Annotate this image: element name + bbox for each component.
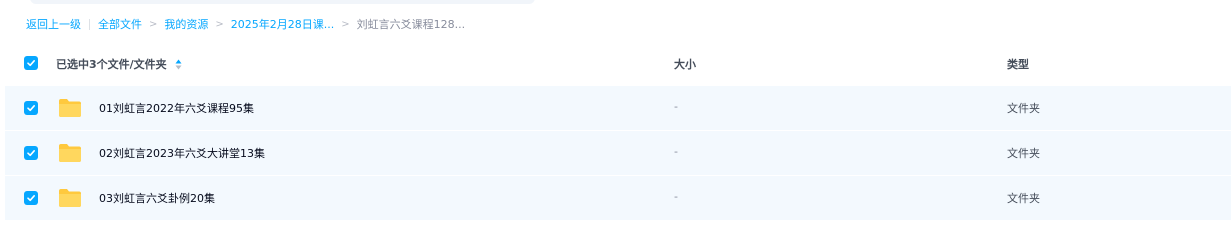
search-bar-edge	[30, 0, 535, 4]
file-size: -	[674, 145, 678, 158]
row-checkbox[interactable]	[24, 146, 38, 160]
breadcrumb-current: 刘虹言六爻课程128...	[356, 18, 466, 31]
table-header: 已选中3个文件/文件夹 大小 类型	[5, 44, 1231, 82]
select-all-checkbox[interactable]	[24, 56, 38, 70]
file-name[interactable]: 02刘虹言2023年六爻大讲堂13集	[99, 145, 265, 161]
row-checkbox[interactable]	[24, 101, 38, 115]
folder-icon	[59, 99, 81, 117]
check-icon	[27, 195, 35, 202]
table-row[interactable]: 02刘虹言2023年六爻大讲堂13集 - 文件夹	[5, 131, 1231, 175]
file-size: -	[674, 190, 678, 203]
breadcrumb: 返回上一级 全部文件 > 我的资源 > 2025年2月28日课... > 刘虹言…	[26, 16, 465, 32]
name-column-header: 已选中3个文件/文件夹	[56, 56, 182, 72]
folder-icon	[59, 189, 81, 207]
file-name[interactable]: 03刘虹言六爻卦例20集	[99, 190, 215, 206]
file-type: 文件夹	[1007, 147, 1040, 160]
file-type: 文件夹	[1007, 102, 1040, 115]
table-row[interactable]: 01刘虹言2022年六爻课程95集 - 文件夹	[5, 86, 1231, 130]
folder-icon	[59, 144, 81, 162]
type-column-header[interactable]: 类型	[1007, 56, 1029, 72]
check-icon	[27, 60, 35, 67]
file-name[interactable]: 01刘虹言2022年六爻课程95集	[99, 100, 254, 116]
check-icon	[27, 150, 35, 157]
row-checkbox[interactable]	[24, 191, 38, 205]
sort-icon[interactable]	[175, 59, 182, 70]
back-link[interactable]: 返回上一级	[26, 16, 81, 32]
breadcrumb-my-resources[interactable]: 我的资源	[164, 16, 208, 32]
table-row[interactable]: 03刘虹言六爻卦例20集 - 文件夹	[5, 176, 1231, 220]
chevron-right-icon: >	[149, 18, 158, 30]
breadcrumb-course-folder[interactable]: 2025年2月28日课...	[231, 16, 334, 32]
chevron-right-icon: >	[341, 18, 350, 30]
breadcrumb-divider	[89, 18, 90, 30]
chevron-right-icon: >	[215, 18, 224, 30]
breadcrumb-all-files[interactable]: 全部文件	[98, 16, 142, 32]
check-icon	[27, 105, 35, 112]
file-size: -	[674, 100, 678, 113]
size-column-header[interactable]: 大小	[674, 56, 696, 72]
selected-count-label: 已选中3个文件/文件夹	[56, 58, 167, 71]
file-type: 文件夹	[1007, 192, 1040, 205]
